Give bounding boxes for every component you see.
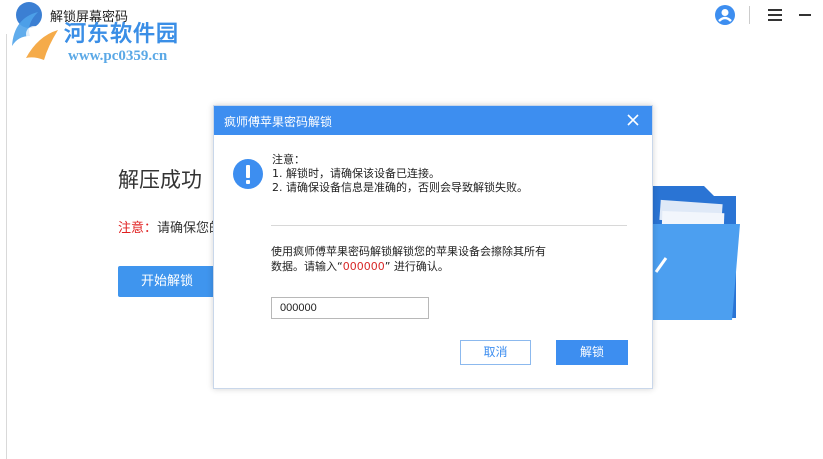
note-label: 注意： <box>118 221 158 236</box>
note: 注意：请确保您的 <box>118 217 222 236</box>
watermark-logo <box>12 12 58 60</box>
notice-line-1: 1. 解锁时，请确保该设备已连接。 <box>272 167 440 180</box>
dialog-header: 疯师傅苹果密码解锁 <box>214 106 652 135</box>
watermark-url: www.pc0359.cn <box>68 48 168 64</box>
watermark: 河东软件园 www.pc0359.cn <box>4 6 214 68</box>
start-unlock-button[interactable]: 开始解锁 <box>118 266 216 297</box>
unlock-dialog: 疯师傅苹果密码解锁 注意： 1. 解锁时，请确保该设备已连接。 2. 请确保设备… <box>213 105 653 389</box>
watermark-title: 河东软件园 <box>64 21 180 47</box>
message-line-2: 数据。请输入“000000” 进行确认。 <box>271 259 561 274</box>
confirm-code: 000000 <box>342 260 385 273</box>
cancel-button[interactable]: 取消 <box>460 340 531 365</box>
dialog-divider <box>271 225 627 226</box>
folder-illustration <box>640 186 740 320</box>
notice-title: 注意： <box>272 153 305 166</box>
confirm-code-input[interactable] <box>271 297 429 319</box>
message-line-1: 使用疯师傅苹果密码解锁解锁您的苹果设备会擦除其所有 <box>271 245 546 258</box>
minimize-icon[interactable] <box>798 8 812 22</box>
titlebar-separator <box>749 6 750 24</box>
message-suffix: ” 进行确认。 <box>384 260 449 273</box>
exclamation-icon <box>233 159 263 189</box>
message-prefix: 数据。请输入“ <box>271 260 343 273</box>
unlock-button[interactable]: 解锁 <box>556 340 628 365</box>
confirm-message: 使用疯师傅苹果密码解锁解锁您的苹果设备会擦除其所有 数据。请输入“000000”… <box>271 244 561 274</box>
close-icon[interactable] <box>626 113 640 127</box>
menu-icon[interactable] <box>767 8 783 22</box>
notice-line-2: 2. 请确保设备信息是准确的，否则会导致解锁失败。 <box>272 181 528 194</box>
user-icon[interactable] <box>714 4 736 26</box>
page-heading: 解压成功 <box>118 168 202 192</box>
window-border <box>6 34 7 459</box>
notice-block: 注意： 1. 解锁时，请确保该设备已连接。 2. 请确保设备信息是准确的，否则会… <box>272 153 528 195</box>
dialog-title: 疯师傅苹果密码解锁 <box>224 115 333 129</box>
